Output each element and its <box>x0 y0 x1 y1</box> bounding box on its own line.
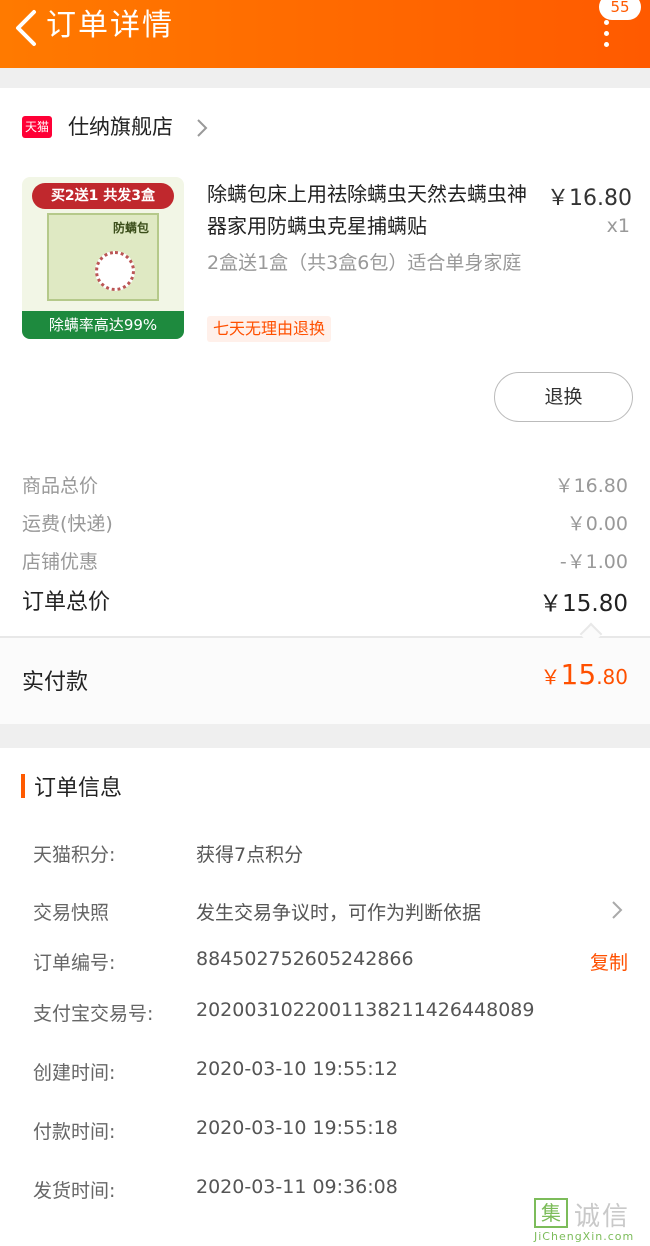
paid-currency: ￥ <box>540 665 561 689</box>
watermark-text: 诚信 <box>574 1202 631 1232</box>
chevron-right-icon[interactable] <box>608 898 626 922</box>
watermark-box: 集 <box>534 1198 568 1228</box>
order-number-label: 订单编号: <box>33 952 116 974</box>
shipped-time-value: 2020-03-11 09:36:08 <box>196 1176 398 1198</box>
watermark-url: JiChengXin.com <box>534 1230 635 1243</box>
more-menu-icon[interactable] <box>600 20 612 47</box>
created-time-label: 创建时间: <box>33 1062 116 1084</box>
paid-decimal: .80 <box>596 665 628 689</box>
thumb-claim-label: 除螨率高达99% <box>22 311 184 339</box>
points-value: 获得7点积分 <box>196 844 304 866</box>
page-title: 订单详情 <box>46 8 174 43</box>
thumb-illustration <box>95 251 135 291</box>
thumb-promo-label: 买2送1 共发3盒 <box>32 183 174 209</box>
shipping-value: ￥0.00 <box>566 513 628 535</box>
notification-badge[interactable]: 55 <box>599 0 641 20</box>
subtotal-label: 商品总价 <box>22 475 99 497</box>
section-title: 订单信息 <box>34 776 123 801</box>
app-header: 订单详情 55 <box>0 0 650 68</box>
order-number-value: 884502752605242866 <box>196 948 414 970</box>
product-thumbnail[interactable]: 买2送1 共发3盒 防螨包 除螨率高达99% <box>22 177 184 339</box>
tmall-logo-icon: 天猫 <box>22 116 52 138</box>
points-label: 天猫积分: <box>33 844 116 866</box>
product-spec: 2盒送1盒（共3盒6包）适合单身家庭 <box>207 252 522 274</box>
subtotal-value: ￥16.80 <box>554 475 628 497</box>
discount-label: 店铺优惠 <box>22 551 99 573</box>
shipping-label: 运费(快递) <box>22 513 113 535</box>
created-time-value: 2020-03-10 19:55:12 <box>196 1058 398 1080</box>
order-info-card: 订单信息 天猫积分: 获得7点积分 交易快照 发生交易争议时，可作为判断依据 订… <box>0 748 650 1246</box>
paid-integer: 15 <box>560 658 597 691</box>
order-total-label: 订单总价 <box>22 590 111 615</box>
refund-button[interactable]: 退换 <box>494 372 633 422</box>
order-total-value: ￥15.80 <box>539 591 628 617</box>
product-price: ￥16.80 <box>547 186 632 211</box>
snapshot-value[interactable]: 发生交易争议时，可作为判断依据 <box>196 898 481 925</box>
alipay-number-value: 2020031022001138211426448089 <box>196 999 535 1021</box>
alipay-number-label: 支付宝交易号: <box>33 1003 154 1025</box>
divider <box>0 636 650 638</box>
paid-time-value: 2020-03-10 19:55:18 <box>196 1117 398 1139</box>
paid-amount: ￥15.80 <box>541 658 628 691</box>
paid-time-label: 付款时间: <box>33 1121 116 1143</box>
product-title[interactable]: 除螨包床上用祛除螨虫天然去螨虫神器家用防螨虫克星捕螨贴 <box>207 178 537 242</box>
thumb-brand-label: 防螨包 <box>112 221 149 235</box>
back-arrow-icon[interactable] <box>10 8 46 48</box>
section-accent-bar <box>21 774 25 798</box>
chevron-right-icon[interactable] <box>192 116 212 140</box>
snapshot-label[interactable]: 交易快照 <box>33 898 109 925</box>
order-card: 天猫 仕纳旗舰店 买2送1 共发3盒 防螨包 除螨率高达99% 除螨包床上用祛除… <box>0 88 650 724</box>
product-quantity: x1 <box>606 215 630 237</box>
paid-label: 实付款 <box>22 670 89 695</box>
copy-button[interactable]: 复制 <box>590 948 628 975</box>
service-tag: 七天无理由退换 <box>207 316 332 342</box>
shop-name[interactable]: 仕纳旗舰店 <box>68 112 173 142</box>
thumb-package: 防螨包 <box>47 213 159 301</box>
discount-value: -￥1.00 <box>559 551 628 573</box>
watermark-logo: 集 诚信 JiChengXin.com <box>534 1196 650 1246</box>
shipped-time-label: 发货时间: <box>33 1180 116 1202</box>
